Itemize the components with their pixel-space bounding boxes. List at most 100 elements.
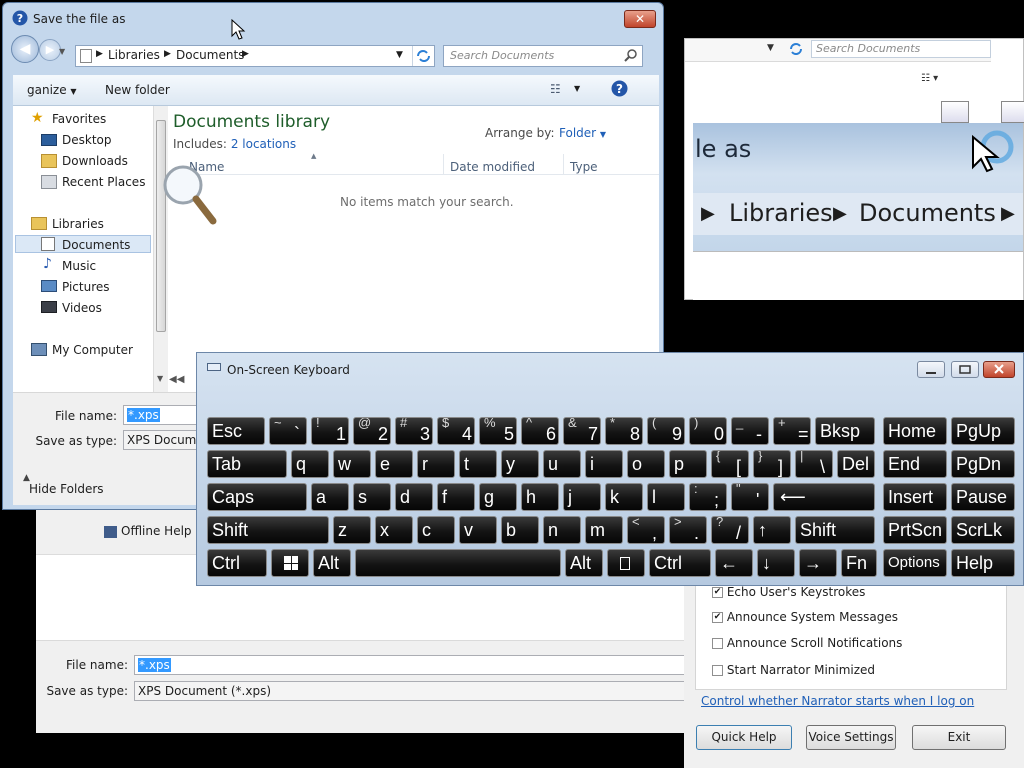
- key-z[interactable]: z: [333, 516, 371, 544]
- key-k3-10[interactable]: ? /: [711, 516, 749, 544]
- checkbox-minimized[interactable]: [712, 665, 723, 676]
- chevron-down-icon[interactable]: ▼: [396, 50, 403, 60]
- key-k4-8[interactable]: ↓: [757, 549, 795, 577]
- key-k3-11[interactable]: ↑: [753, 516, 791, 544]
- key-e[interactable]: e: [375, 450, 413, 478]
- key-space[interactable]: [355, 549, 561, 577]
- file-name-field[interactable]: *.xps: [134, 655, 686, 675]
- address-bar[interactable]: ▶ Libraries ▶ Documents ▶ ▼: [75, 45, 435, 67]
- key-r[interactable]: r: [417, 450, 455, 478]
- key-a[interactable]: a: [311, 483, 349, 511]
- key-s[interactable]: s: [353, 483, 391, 511]
- key-l[interactable]: l: [647, 483, 685, 511]
- key-n[interactable]: n: [543, 516, 581, 544]
- key-del[interactable]: Del: [837, 450, 875, 478]
- key-u[interactable]: u: [543, 450, 581, 478]
- refresh-icon[interactable]: [787, 40, 805, 58]
- key-k0-1[interactable]: ~ `: [269, 417, 307, 445]
- key-k0-12[interactable]: _ -: [731, 417, 769, 445]
- nav-my-computer[interactable]: My Computer: [52, 343, 133, 357]
- file-name-input[interactable]: *.xps: [123, 405, 203, 425]
- save-type-select[interactable]: XPS Document (*.xps): [134, 681, 686, 701]
- key-help[interactable]: Help: [951, 549, 1015, 577]
- column-type[interactable]: Type: [570, 160, 598, 174]
- key-y[interactable]: y: [501, 450, 539, 478]
- key-4[interactable]: $4: [437, 417, 475, 445]
- key-menu[interactable]: [607, 549, 645, 577]
- key-2[interactable]: @2: [353, 417, 391, 445]
- key-k2-10[interactable]: :;: [689, 483, 727, 511]
- key-insert[interactable]: Insert: [883, 483, 947, 511]
- key-f[interactable]: f: [437, 483, 475, 511]
- views-icon[interactable]: ☷: [550, 82, 561, 96]
- key-ctrl[interactable]: Ctrl: [649, 549, 711, 577]
- key-x[interactable]: x: [375, 516, 413, 544]
- nav-recent-places[interactable]: Recent Places: [62, 175, 145, 189]
- key-k2-11[interactable]: " ': [731, 483, 769, 511]
- key-shift[interactable]: Shift: [795, 516, 875, 544]
- key-home[interactable]: Home: [883, 417, 947, 445]
- breadcrumb-documents[interactable]: Documents: [176, 48, 244, 62]
- key-p[interactable]: p: [669, 450, 707, 478]
- option-system-messages[interactable]: ✔ Announce System Messages: [712, 610, 898, 624]
- key-alt[interactable]: Alt: [565, 549, 603, 577]
- save-type-select[interactable]: XPS Docume: [123, 430, 203, 450]
- includes-locations-link[interactable]: 2 locations: [231, 137, 296, 151]
- nav-favorites[interactable]: Favorites: [52, 112, 106, 126]
- zoom-maximize-button[interactable]: [1001, 101, 1024, 123]
- key-end[interactable]: End: [883, 450, 947, 478]
- quick-help-button[interactable]: Quick Help: [696, 725, 792, 750]
- key-3[interactable]: #3: [395, 417, 433, 445]
- nav-videos[interactable]: Videos: [62, 301, 102, 315]
- option-scroll-notifications[interactable]: Announce Scroll Notifications: [712, 636, 902, 650]
- key-q[interactable]: q: [291, 450, 329, 478]
- key-k1-12[interactable]: }]: [753, 450, 791, 478]
- help-icon[interactable]: ?: [611, 80, 628, 97]
- zoom-minimize-button[interactable]: [941, 101, 969, 123]
- view-icon[interactable]: ☷ ▾: [921, 73, 938, 84]
- chevron-down-icon[interactable]: ▼: [767, 43, 774, 53]
- key-j[interactable]: j: [563, 483, 601, 511]
- key-g[interactable]: g: [479, 483, 517, 511]
- key-i[interactable]: i: [585, 450, 623, 478]
- column-date-modified[interactable]: Date modified: [450, 160, 535, 174]
- close-button[interactable]: ✕: [624, 10, 656, 28]
- checkbox-scroll[interactable]: [712, 638, 723, 649]
- key-prtscn[interactable]: PrtScn: [883, 516, 947, 544]
- key-win[interactable]: [271, 549, 309, 577]
- key-7[interactable]: & 7: [563, 417, 601, 445]
- narrator-startup-link[interactable]: Control whether Narrator starts when I l…: [701, 694, 974, 708]
- key-0[interactable]: ) 0: [689, 417, 727, 445]
- exit-button[interactable]: Exit: [912, 725, 1006, 750]
- key-pgdn[interactable]: PgDn: [951, 450, 1015, 478]
- refresh-icon[interactable]: [412, 46, 435, 66]
- search-icon[interactable]: [624, 48, 638, 62]
- scroll-down-icon[interactable]: ▼: [157, 374, 163, 383]
- magnifier-search-input[interactable]: Search Documents: [811, 40, 991, 58]
- key-esc[interactable]: Esc: [207, 417, 265, 445]
- nav-downloads[interactable]: Downloads: [62, 154, 128, 168]
- key-5[interactable]: % 5: [479, 417, 517, 445]
- nav-pictures[interactable]: Pictures: [62, 280, 110, 294]
- key-t[interactable]: t: [459, 450, 497, 478]
- key-k1-11[interactable]: {[: [711, 450, 749, 478]
- hide-folders-button[interactable]: Hide Folders: [29, 482, 104, 496]
- voice-settings-button[interactable]: Voice Settings: [806, 725, 896, 750]
- key-b[interactable]: b: [501, 516, 539, 544]
- key-c[interactable]: c: [417, 516, 455, 544]
- key-k0-13[interactable]: + =: [773, 417, 811, 445]
- key-v[interactable]: v: [459, 516, 497, 544]
- key-k3-8[interactable]: <,: [627, 516, 665, 544]
- key-k[interactable]: k: [605, 483, 643, 511]
- key-6[interactable]: ^ 6: [521, 417, 559, 445]
- nav-documents[interactable]: Documents: [62, 238, 130, 252]
- arrange-by-dropdown[interactable]: Folder ▼: [559, 126, 606, 140]
- forward-button[interactable]: ▶: [39, 39, 61, 61]
- key-8[interactable]: * 8: [605, 417, 643, 445]
- key-fn[interactable]: Fn: [841, 549, 877, 577]
- key-alt[interactable]: Alt: [313, 549, 351, 577]
- nav-libraries[interactable]: Libraries: [52, 217, 104, 231]
- organize-button[interactable]: ganize ▼: [27, 83, 77, 97]
- breadcrumb-libraries[interactable]: Libraries: [108, 48, 160, 62]
- offline-help-button[interactable]: Offline Help: [104, 524, 192, 538]
